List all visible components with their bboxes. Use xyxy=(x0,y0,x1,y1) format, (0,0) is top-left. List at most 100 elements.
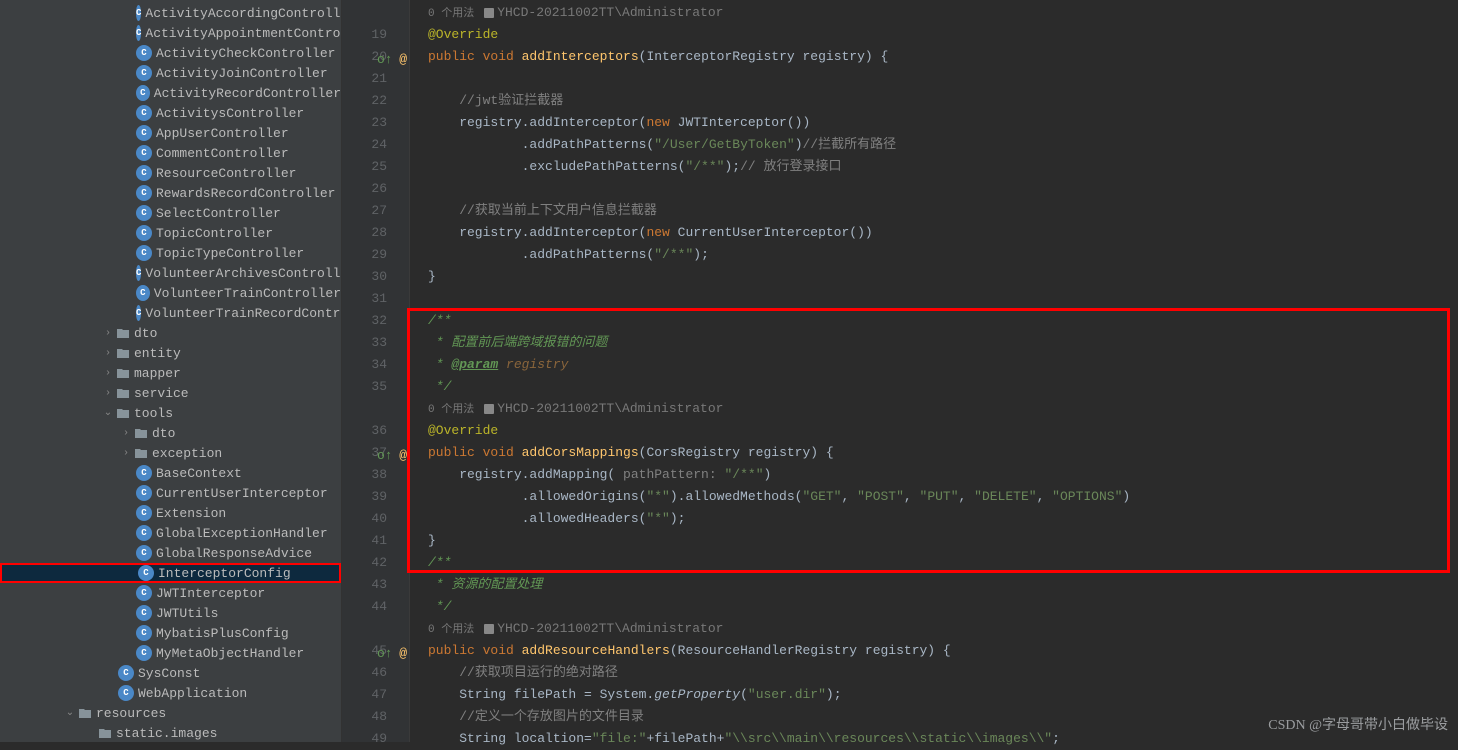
code-line[interactable]: public void addCorsMappings(CorsRegistry… xyxy=(410,442,1458,464)
tree-item-exception[interactable]: ›exception xyxy=(0,443,341,463)
tree-item-tools[interactable]: ⌄tools xyxy=(0,403,341,423)
tree-item-dto[interactable]: ›dto xyxy=(0,423,341,443)
code-editor[interactable]: 1920o↑ @21222324252627282930313233343536… xyxy=(342,0,1458,742)
tree-item-appusercontroller[interactable]: CAppUserController xyxy=(0,123,341,143)
class-icon: C xyxy=(136,545,152,561)
code-line[interactable]: registry.addMapping( pathPattern: "/**") xyxy=(410,464,1458,486)
code-line[interactable]: * @param registry xyxy=(410,354,1458,376)
code-line[interactable]: //获取项目运行的绝对路径 xyxy=(410,662,1458,684)
code-line[interactable]: * 资源的配置处理 xyxy=(410,574,1458,596)
tree-item-activityappointmentcontroller[interactable]: CActivityAppointmentController xyxy=(0,23,341,43)
tree-item-activityjoincontroller[interactable]: C ActivityJoinController xyxy=(0,63,341,83)
tree-item-mybatisplusconfig[interactable]: CMybatisPlusConfig xyxy=(0,623,341,643)
tree-item-dto[interactable]: ›dto xyxy=(0,323,341,343)
code-line[interactable]: * 配置前后端跨域报错的问题 xyxy=(410,332,1458,354)
tree-item-webapplication[interactable]: CWebApplication xyxy=(0,683,341,703)
tree-label: RewardsRecordController xyxy=(156,186,335,201)
code-line[interactable] xyxy=(410,68,1458,90)
tree-label: SysConst xyxy=(138,666,200,681)
code-line[interactable]: String filePath = System.getProperty("us… xyxy=(410,684,1458,706)
folder-icon xyxy=(116,385,130,401)
class-icon: C xyxy=(136,245,152,261)
tree-item-volunteerarchivescontroller[interactable]: CVolunteerArchivesController xyxy=(0,263,341,283)
code-line[interactable]: registry.addInterceptor(new CurrentUserI… xyxy=(410,222,1458,244)
tree-item-mapper[interactable]: ›mapper xyxy=(0,363,341,383)
line-number: 31 xyxy=(342,288,409,310)
code-line[interactable]: */ xyxy=(410,376,1458,398)
code-line[interactable]: @Override xyxy=(410,24,1458,46)
code-line[interactable]: //获取当前上下文用户信息拦截器 xyxy=(410,200,1458,222)
chevron-icon: › xyxy=(118,428,134,439)
code-line[interactable]: .addPathPatterns("/**"); xyxy=(410,244,1458,266)
tree-item-interceptorconfig[interactable]: CInterceptorConfig xyxy=(0,563,341,583)
tree-item-topictypecontroller[interactable]: C TopicTypeController xyxy=(0,243,341,263)
line-number: 35 xyxy=(342,376,409,398)
tree-item-static.images[interactable]: static.images xyxy=(0,723,341,742)
code-line[interactable]: .addPathPatterns("/User/GetByToken")//拦截… xyxy=(410,134,1458,156)
tree-item-entity[interactable]: ›entity xyxy=(0,343,341,363)
code-line[interactable]: /** xyxy=(410,552,1458,574)
code-line[interactable]: public void addResourceHandlers(Resource… xyxy=(410,640,1458,662)
tree-item-selectcontroller[interactable]: CSelectController xyxy=(0,203,341,223)
tree-label: TopicTypeController xyxy=(156,246,304,261)
tree-item-globalresponseadvice[interactable]: C GlobalResponseAdvice xyxy=(0,543,341,563)
class-icon: C xyxy=(136,305,141,321)
class-icon: C xyxy=(118,665,134,681)
code-line[interactable]: /** xyxy=(410,310,1458,332)
tree-item-basecontext[interactable]: CBaseContext xyxy=(0,463,341,483)
class-icon: C xyxy=(136,65,152,81)
code-line[interactable]: } xyxy=(410,266,1458,288)
tree-item-activityrecordcontroller[interactable]: CActivityRecordController xyxy=(0,83,341,103)
tree-item-activityaccordingcontroller[interactable]: CActivityAccordingController xyxy=(0,3,341,23)
tree-item-volunteertrainrecordcontroller[interactable]: CVolunteerTrainRecordController xyxy=(0,303,341,323)
code-line[interactable]: */ xyxy=(410,596,1458,618)
code-line[interactable]: registry.addInterceptor(new JWTIntercept… xyxy=(410,112,1458,134)
code-line[interactable] xyxy=(410,178,1458,200)
class-icon: C xyxy=(136,5,141,21)
tree-item-topiccontroller[interactable]: CTopicController xyxy=(0,223,341,243)
class-icon: C xyxy=(136,485,152,501)
tree-item-resourcecontroller[interactable]: CResourceController xyxy=(0,163,341,183)
code-line[interactable]: 0 个用法YHCD-20211002TT\Administrator xyxy=(410,398,1458,420)
code-line[interactable]: @Override xyxy=(410,420,1458,442)
code-line[interactable]: .excludePathPatterns("/**");// 放行登录接口 xyxy=(410,156,1458,178)
code-line[interactable]: .allowedOrigins("*").allowedMethods("GET… xyxy=(410,486,1458,508)
code-line[interactable]: } xyxy=(410,530,1458,552)
tree-item-mymetaobjecthandler[interactable]: CMyMetaObjectHandler xyxy=(0,643,341,663)
tree-item-service[interactable]: ›service xyxy=(0,383,341,403)
tree-item-volunteertraincontroller[interactable]: CVolunteerTrainController xyxy=(0,283,341,303)
chevron-icon: › xyxy=(100,328,116,339)
tree-item-resources[interactable]: ⌄resources xyxy=(0,703,341,723)
tree-label: mapper xyxy=(134,366,181,381)
tree-label: GlobalResponseAdvice xyxy=(156,546,312,561)
code-line[interactable]: 0 个用法YHCD-20211002TT\Administrator xyxy=(410,2,1458,24)
tree-item-sysconst[interactable]: C SysConst xyxy=(0,663,341,683)
code-line[interactable]: //jwt验证拦截器 xyxy=(410,90,1458,112)
project-tree[interactable]: CActivityAccordingControllerCActivityApp… xyxy=(0,0,342,742)
class-icon: C xyxy=(136,525,152,541)
code-line[interactable]: public void addInterceptors(InterceptorR… xyxy=(410,46,1458,68)
tree-label: BaseContext xyxy=(156,466,242,481)
tree-item-jwtinterceptor[interactable]: CJWTInterceptor xyxy=(0,583,341,603)
folder-icon xyxy=(134,425,148,441)
tree-label: ActivityCheckController xyxy=(156,46,335,61)
tree-item-commentcontroller[interactable]: CCommentController xyxy=(0,143,341,163)
tree-label: ActivityJoinController xyxy=(156,66,328,81)
class-icon: C xyxy=(136,505,152,521)
code-line[interactable] xyxy=(410,288,1458,310)
tree-item-currentuserinterceptor[interactable]: CCurrentUserInterceptor xyxy=(0,483,341,503)
tree-item-activityscontroller[interactable]: CActivitysController xyxy=(0,103,341,123)
tree-label: Extension xyxy=(156,506,226,521)
tree-item-extension[interactable]: C Extension xyxy=(0,503,341,523)
watermark: CSDN @字母哥带小白做毕设 xyxy=(1268,714,1448,734)
tree-label: JWTInterceptor xyxy=(156,586,265,601)
code-line[interactable]: .allowedHeaders("*"); xyxy=(410,508,1458,530)
tree-label: ResourceController xyxy=(156,166,296,181)
tree-label: CommentController xyxy=(156,146,289,161)
code-line[interactable]: 0 个用法YHCD-20211002TT\Administrator xyxy=(410,618,1458,640)
tree-item-activitycheckcontroller[interactable]: CActivityCheckController xyxy=(0,43,341,63)
tree-item-rewardsrecordcontroller[interactable]: CRewardsRecordController xyxy=(0,183,341,203)
tree-item-jwtutils[interactable]: CJWTUtils xyxy=(0,603,341,623)
code-area[interactable]: 0 个用法YHCD-20211002TT\Administrator@Overr… xyxy=(410,0,1458,742)
tree-item-globalexceptionhandler[interactable]: CGlobalExceptionHandler xyxy=(0,523,341,543)
